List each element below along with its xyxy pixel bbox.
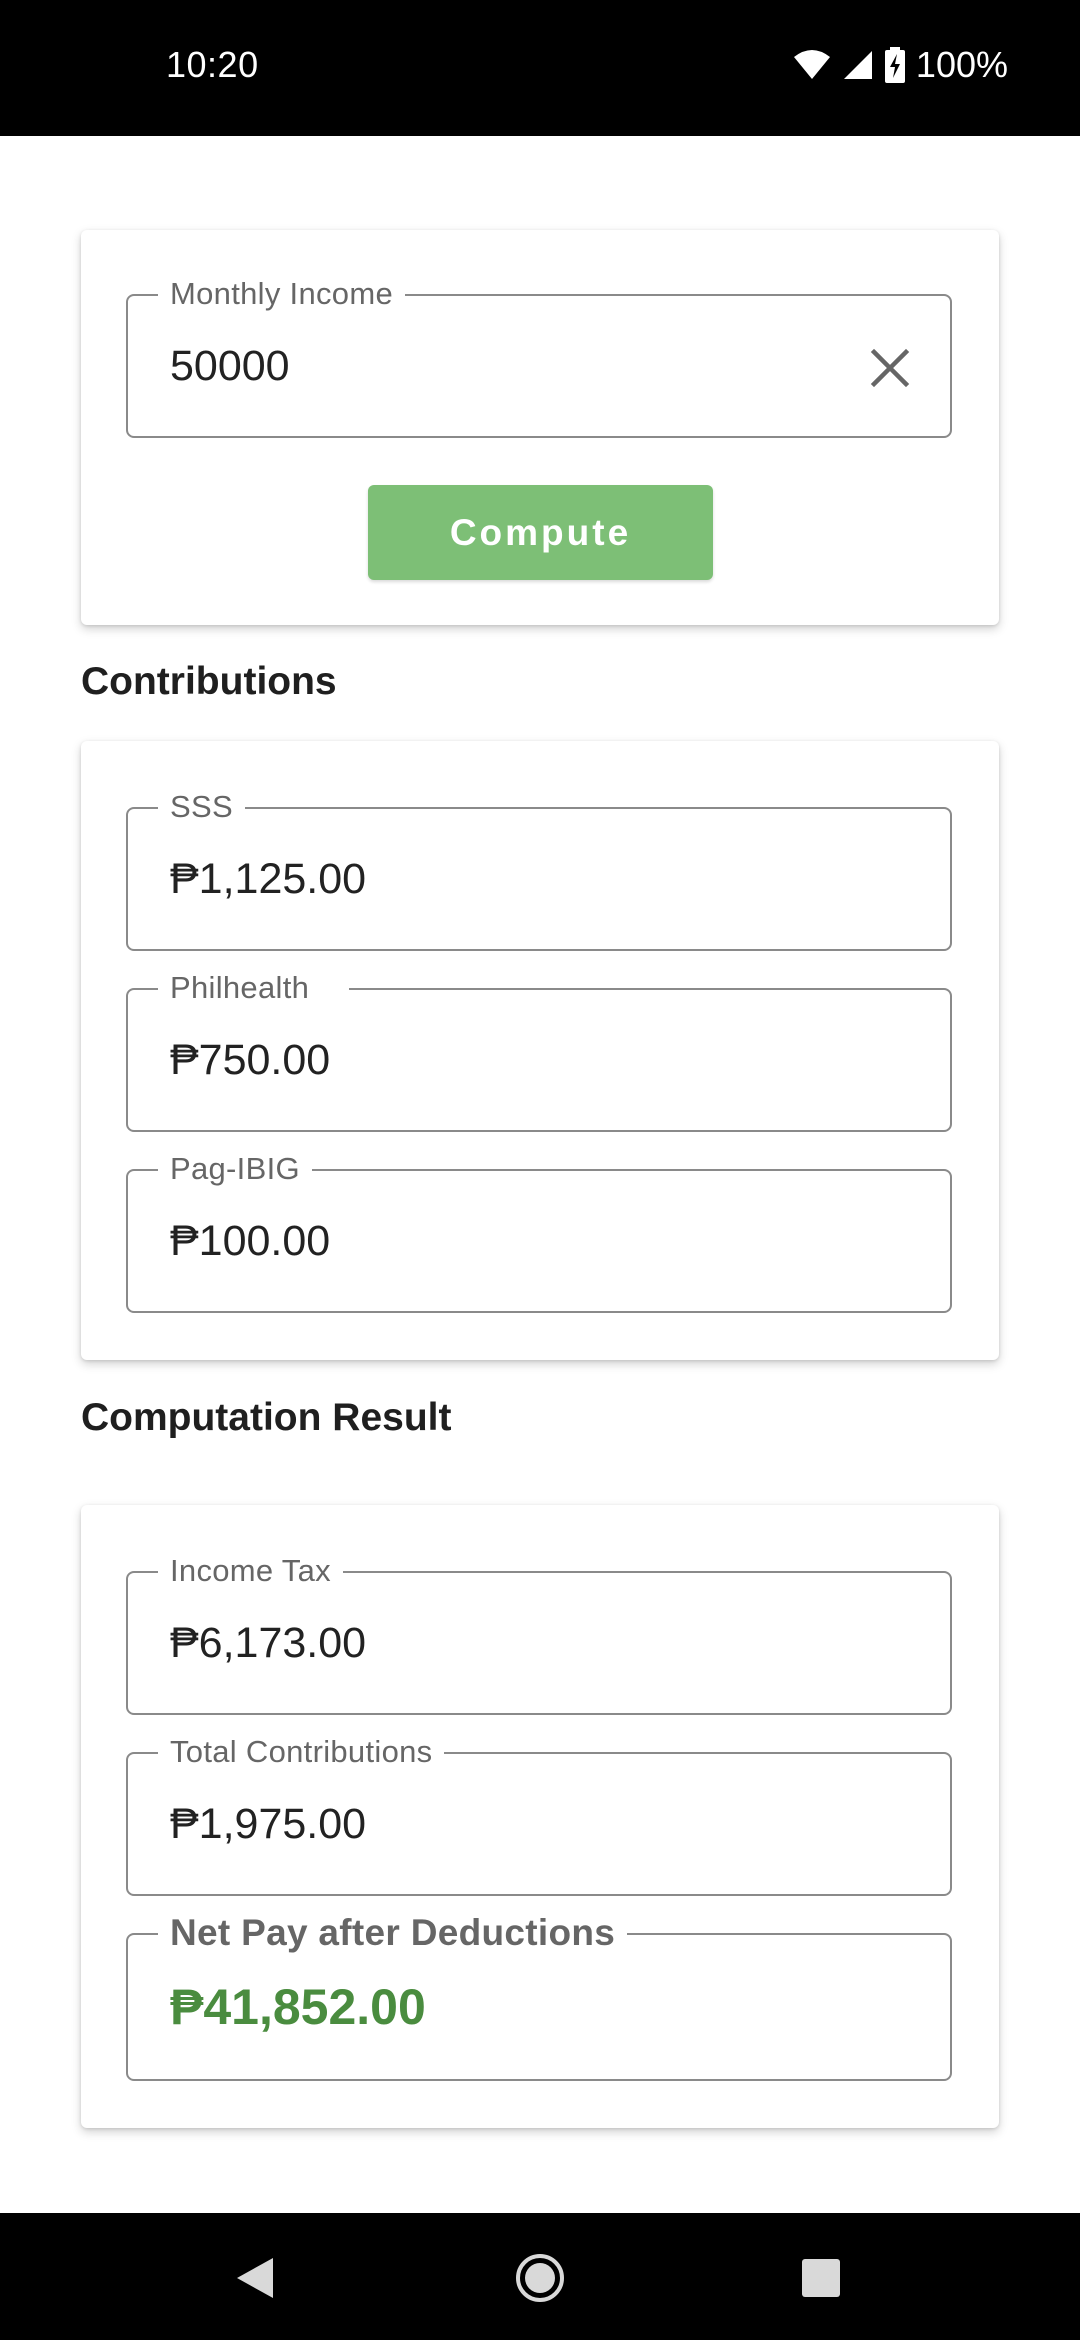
home-icon[interactable] xyxy=(505,2243,575,2313)
sss-label: SSS xyxy=(158,787,245,827)
app-screen: 10:20 100% Monthly Income 50000 Compute … xyxy=(0,0,1080,2340)
philhealth-label: Philhealth xyxy=(158,968,350,1008)
compute-button[interactable]: Compute xyxy=(368,485,713,580)
signal-icon xyxy=(842,49,874,81)
back-icon[interactable] xyxy=(220,2243,290,2313)
sss-field[interactable]: SSS ₱1,125.00 xyxy=(126,787,952,951)
contributions-heading: Contributions xyxy=(81,660,337,703)
monthly-income-field[interactable]: Monthly Income 50000 xyxy=(126,274,952,438)
close-icon[interactable] xyxy=(862,340,918,396)
status-icons: 100% xyxy=(792,44,1008,86)
total-contributions-value[interactable]: ₱1,975.00 xyxy=(170,1798,366,1850)
total-contributions-field[interactable]: Total Contributions ₱1,975.00 xyxy=(126,1732,952,1896)
income-tax-value[interactable]: ₱6,173.00 xyxy=(170,1617,366,1669)
recents-icon[interactable] xyxy=(786,2243,856,2313)
contributions-card: SSS ₱1,125.00 Philhealth ₱750.00 Pag-IBI… xyxy=(81,741,999,1360)
battery-charging-icon xyxy=(884,47,906,83)
battery-percent: 100% xyxy=(915,44,1008,85)
net-pay-label: Net Pay after Deductions xyxy=(158,1911,628,1955)
status-bar: 10:20 100% xyxy=(0,0,1080,136)
net-pay-value[interactable]: ₱41,852.00 xyxy=(170,1981,426,2033)
sss-value[interactable]: ₱1,125.00 xyxy=(170,853,366,905)
net-pay-field[interactable]: Net Pay after Deductions ₱41,852.00 xyxy=(126,1911,952,2081)
pagibig-value[interactable]: ₱100.00 xyxy=(170,1215,330,1267)
computation-result-heading: Computation Result xyxy=(81,1396,452,1439)
monthly-income-label: Monthly Income xyxy=(158,274,406,314)
pagibig-label: Pag-IBIG xyxy=(158,1149,312,1189)
income-tax-field[interactable]: Income Tax ₱6,173.00 xyxy=(126,1551,952,1715)
status-time: 10:20 xyxy=(166,44,259,85)
pagibig-field[interactable]: Pag-IBIG ₱100.00 xyxy=(126,1149,952,1313)
monthly-income-input[interactable]: 50000 xyxy=(170,340,290,392)
navigation-bar xyxy=(0,2213,1080,2340)
income-card: Monthly Income 50000 Compute xyxy=(81,230,999,625)
result-card: Income Tax ₱6,173.00 Total Contributions… xyxy=(81,1505,999,2128)
philhealth-value[interactable]: ₱750.00 xyxy=(170,1034,330,1086)
income-tax-label: Income Tax xyxy=(158,1551,343,1591)
total-contributions-label: Total Contributions xyxy=(158,1732,445,1772)
wifi-icon xyxy=(792,49,832,81)
philhealth-field[interactable]: Philhealth ₱750.00 xyxy=(126,968,952,1132)
